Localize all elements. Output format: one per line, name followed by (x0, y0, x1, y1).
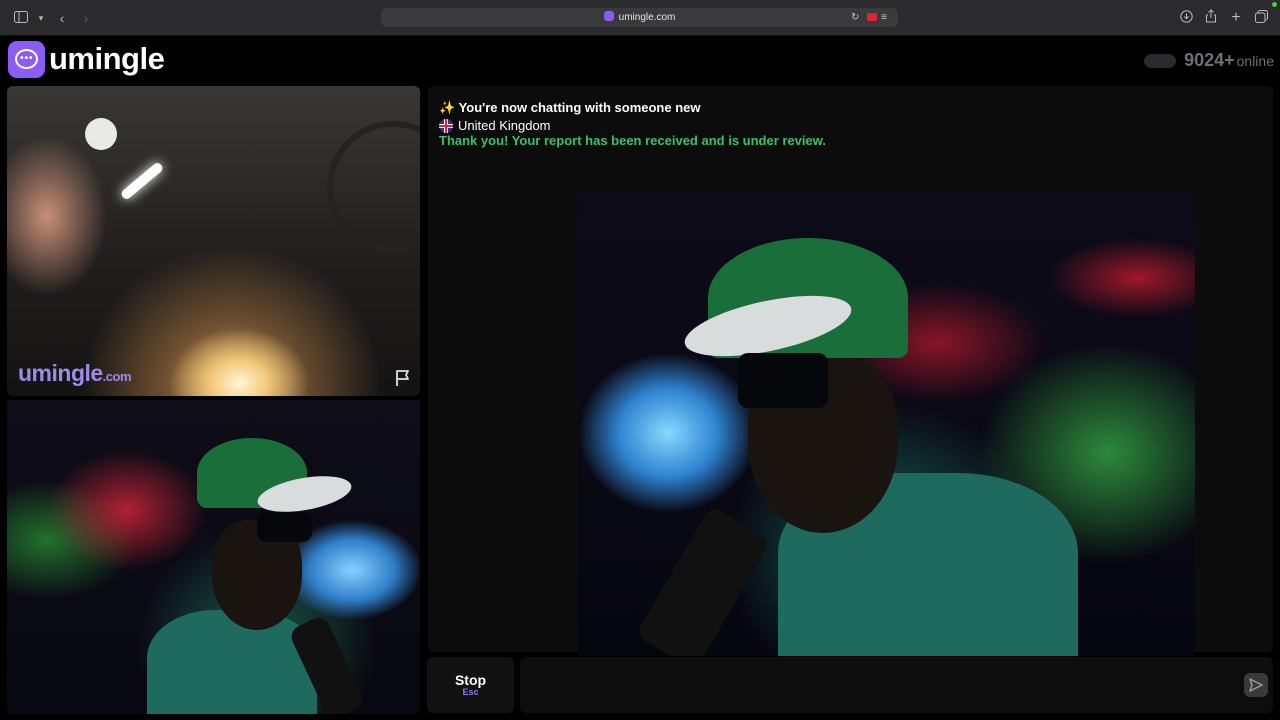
system-message-new-chat: ✨ You're now chatting with someone new (439, 100, 701, 115)
message-input[interactable] (530, 671, 1214, 701)
report-confirmation-message: Thank you! Your report has been received… (439, 133, 826, 148)
camera-indicator-icon[interactable] (867, 13, 877, 21)
site-favicon-icon (603, 11, 614, 21)
url-text: umingle.com (618, 12, 676, 23)
online-count: 9024+ (1184, 50, 1235, 70)
back-icon[interactable]: ‹ (53, 9, 71, 27)
online-label: online (1236, 53, 1274, 69)
share-icon[interactable] (1202, 9, 1220, 27)
sidebar-icon[interactable] (12, 9, 30, 27)
online-counter: 9024+ online (1144, 50, 1274, 71)
system-message-country: United Kingdom (439, 118, 551, 133)
flag-icon[interactable] (393, 368, 413, 388)
stranger-video (578, 193, 1195, 656)
stop-label: Stop (454, 672, 487, 688)
new-tab-icon[interactable]: + (1227, 9, 1245, 27)
browser-toolbar: ▾ ‹ › umingle.com ↻ ≡ + (0, 0, 1280, 36)
status-dot-icon (1272, 2, 1277, 7)
chevron-down-icon[interactable]: ▾ (32, 9, 50, 27)
send-icon (1249, 678, 1263, 692)
toggle-switch[interactable] (1144, 53, 1177, 68)
download-icon[interactable] (1177, 9, 1195, 27)
self-video: umingle.com (7, 86, 420, 396)
uk-flag-icon (439, 118, 453, 133)
chat-bubble-icon: ••• (8, 40, 45, 78)
app-logo[interactable]: ••• umingle (8, 40, 165, 78)
country-name: United Kingdom (458, 118, 551, 133)
reload-icon[interactable]: ↻ (851, 11, 859, 24)
send-button[interactable] (1244, 673, 1268, 697)
tabs-overview-icon[interactable] (1252, 9, 1270, 27)
logo-text: umingle (49, 41, 165, 76)
reader-icon[interactable]: ≡ (881, 11, 887, 24)
video-watermark: umingle.com (18, 360, 132, 386)
message-box (520, 657, 1273, 713)
stranger-video-preview (7, 400, 420, 714)
address-bar[interactable]: umingle.com ↻ ≡ (381, 8, 898, 27)
forward-icon[interactable]: › (77, 9, 95, 27)
stop-shortcut: Esc (462, 687, 479, 697)
stop-button[interactable]: Stop Esc (427, 657, 514, 713)
